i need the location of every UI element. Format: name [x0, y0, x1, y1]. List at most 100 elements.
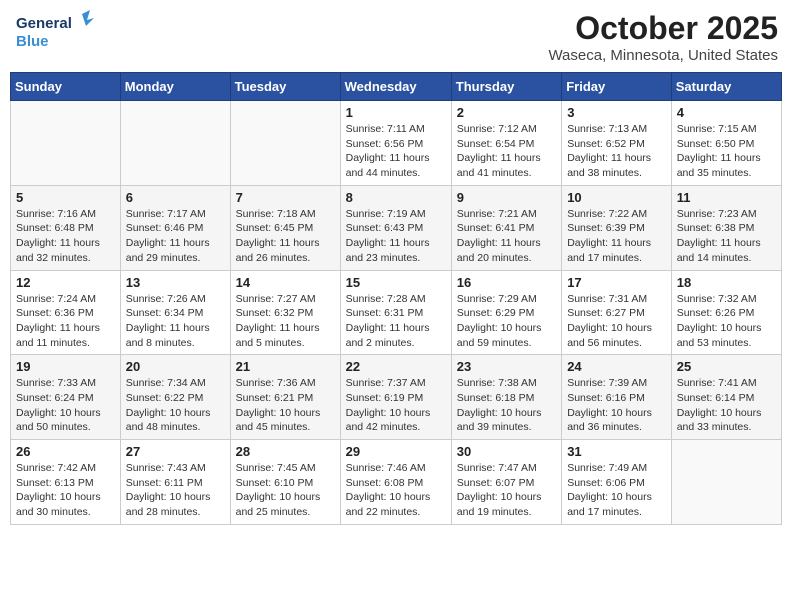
day-number: 19 [16, 359, 115, 374]
day-info: Sunrise: 7:49 AM Sunset: 6:06 PM Dayligh… [567, 461, 666, 520]
day-info: Sunrise: 7:22 AM Sunset: 6:39 PM Dayligh… [567, 207, 666, 266]
day-info: Sunrise: 7:23 AM Sunset: 6:38 PM Dayligh… [677, 207, 776, 266]
weekday-header-row: Sunday Monday Tuesday Wednesday Thursday… [11, 73, 782, 101]
day-info: Sunrise: 7:43 AM Sunset: 6:11 PM Dayligh… [126, 461, 225, 520]
table-row: 25 Sunrise: 7:41 AM Sunset: 6:14 PM Dayli… [671, 355, 781, 440]
calendar-table: Sunday Monday Tuesday Wednesday Thursday… [10, 72, 782, 525]
table-row: 21Sunrise: 7:36 AM Sunset: 6:21 PM Dayli… [230, 355, 340, 440]
calendar-week-row: 5 Sunrise: 7:16 AM Sunset: 6:48 PM Daylig… [11, 185, 782, 270]
calendar-week-row: 19 Sunrise: 7:33 AM Sunset: 6:24 PM Dayli… [11, 355, 782, 440]
table-row: 20 Sunrise: 7:34 AM Sunset: 6:22 PM Dayli… [120, 355, 230, 440]
day-number: 4 [677, 105, 776, 120]
day-number: 15 [346, 275, 446, 290]
table-row: 27Sunrise: 7:43 AM Sunset: 6:11 PM Dayli… [120, 440, 230, 525]
table-row: 14 Sunrise: 7:27 AM Sunset: 6:32 PM Dayli… [230, 270, 340, 355]
day-number: 23 [457, 359, 556, 374]
table-row: 30 Sunrise: 7:47 AM Sunset: 6:07 PM Dayli… [451, 440, 561, 525]
day-info: Sunrise: 7:37 AM Sunset: 6:19 PM Dayligh… [346, 376, 446, 435]
day-number: 16 [457, 275, 556, 290]
day-info: Sunrise: 7:13 AM Sunset: 6:52 PM Dayligh… [567, 122, 666, 181]
day-info: Sunrise: 7:15 AM Sunset: 6:50 PM Dayligh… [677, 122, 776, 181]
day-number: 7 [236, 190, 335, 205]
page-header: General Blue October 2025 Waseca, Minnes… [10, 10, 782, 64]
svg-text:General: General [16, 15, 72, 32]
svg-text:Blue: Blue [16, 33, 49, 50]
table-row: 18 Sunrise: 7:32 AM Sunset: 6:26 PM Dayli… [671, 270, 781, 355]
table-row: 29 Sunrise: 7:46 AM Sunset: 6:08 PM Dayli… [340, 440, 451, 525]
day-number: 2 [457, 105, 556, 120]
header-friday: Friday [562, 73, 672, 101]
day-info: Sunrise: 7:17 AM Sunset: 6:46 PM Dayligh… [126, 207, 225, 266]
logo: General Blue [14, 10, 94, 54]
table-row: 31 Sunrise: 7:49 AM Sunset: 6:06 PM Dayli… [562, 440, 672, 525]
day-info: Sunrise: 7:12 AM Sunset: 6:54 PM Dayligh… [457, 122, 556, 181]
table-row: 13Sunrise: 7:26 AM Sunset: 6:34 PM Dayli… [120, 270, 230, 355]
day-info: Sunrise: 7:21 AM Sunset: 6:41 PM Dayligh… [457, 207, 556, 266]
day-number: 29 [346, 444, 446, 459]
day-info: Sunrise: 7:34 AM Sunset: 6:22 PM Dayligh… [126, 376, 225, 435]
day-info: Sunrise: 7:26 AM Sunset: 6:34 PM Dayligh… [126, 292, 225, 351]
day-info: Sunrise: 7:11 AM Sunset: 6:56 PM Dayligh… [346, 122, 446, 181]
table-row [11, 101, 121, 186]
day-number: 1 [346, 105, 446, 120]
table-row: 5 Sunrise: 7:16 AM Sunset: 6:48 PM Daylig… [11, 185, 121, 270]
table-row: 9 Sunrise: 7:21 AM Sunset: 6:41 PM Daylig… [451, 185, 561, 270]
day-number: 18 [677, 275, 776, 290]
day-info: Sunrise: 7:31 AM Sunset: 6:27 PM Dayligh… [567, 292, 666, 351]
table-row [120, 101, 230, 186]
day-info: Sunrise: 7:24 AM Sunset: 6:36 PM Dayligh… [16, 292, 115, 351]
day-number: 8 [346, 190, 446, 205]
header-thursday: Thursday [451, 73, 561, 101]
day-number: 14 [236, 275, 335, 290]
table-row: 19 Sunrise: 7:33 AM Sunset: 6:24 PM Dayli… [11, 355, 121, 440]
day-number: 12 [16, 275, 115, 290]
table-row: 28 Sunrise: 7:45 AM Sunset: 6:10 PM Dayli… [230, 440, 340, 525]
day-number: 5 [16, 190, 115, 205]
day-info: Sunrise: 7:47 AM Sunset: 6:07 PM Dayligh… [457, 461, 556, 520]
header-sunday: Sunday [11, 73, 121, 101]
day-info: Sunrise: 7:32 AM Sunset: 6:26 PM Dayligh… [677, 292, 776, 351]
day-number: 11 [677, 190, 776, 205]
day-info: Sunrise: 7:27 AM Sunset: 6:32 PM Dayligh… [236, 292, 335, 351]
day-number: 20 [126, 359, 225, 374]
table-row: 24 Sunrise: 7:39 AM Sunset: 6:16 PM Dayli… [562, 355, 672, 440]
table-row: 26Sunrise: 7:42 AM Sunset: 6:13 PM Dayli… [11, 440, 121, 525]
table-row [230, 101, 340, 186]
day-info: Sunrise: 7:33 AM Sunset: 6:24 PM Dayligh… [16, 376, 115, 435]
table-row: 16 Sunrise: 7:29 AM Sunset: 6:29 PM Dayli… [451, 270, 561, 355]
day-number: 28 [236, 444, 335, 459]
table-row [671, 440, 781, 525]
day-number: 9 [457, 190, 556, 205]
day-info: Sunrise: 7:29 AM Sunset: 6:29 PM Dayligh… [457, 292, 556, 351]
header-saturday: Saturday [671, 73, 781, 101]
table-row: 15 Sunrise: 7:28 AM Sunset: 6:31 PM Dayli… [340, 270, 451, 355]
day-number: 30 [457, 444, 556, 459]
day-info: Sunrise: 7:16 AM Sunset: 6:48 PM Dayligh… [16, 207, 115, 266]
table-row: 10Sunrise: 7:22 AM Sunset: 6:39 PM Dayli… [562, 185, 672, 270]
day-info: Sunrise: 7:28 AM Sunset: 6:31 PM Dayligh… [346, 292, 446, 351]
day-number: 31 [567, 444, 666, 459]
header-monday: Monday [120, 73, 230, 101]
day-info: Sunrise: 7:46 AM Sunset: 6:08 PM Dayligh… [346, 461, 446, 520]
table-row: 17 Sunrise: 7:31 AM Sunset: 6:27 PM Dayli… [562, 270, 672, 355]
table-row: 3 Sunrise: 7:13 AM Sunset: 6:52 PM Daylig… [562, 101, 672, 186]
day-info: Sunrise: 7:39 AM Sunset: 6:16 PM Dayligh… [567, 376, 666, 435]
day-number: 24 [567, 359, 666, 374]
calendar-subtitle: Waseca, Minnesota, United States [548, 47, 778, 64]
header-wednesday: Wednesday [340, 73, 451, 101]
table-row: 4 Sunrise: 7:15 AM Sunset: 6:50 PM Daylig… [671, 101, 781, 186]
title-area: October 2025 Waseca, Minnesota, United S… [548, 10, 778, 64]
table-row: 12 Sunrise: 7:24 AM Sunset: 6:36 PM Dayli… [11, 270, 121, 355]
day-info: Sunrise: 7:45 AM Sunset: 6:10 PM Dayligh… [236, 461, 335, 520]
day-number: 17 [567, 275, 666, 290]
day-number: 25 [677, 359, 776, 374]
table-row: 23 Sunrise: 7:38 AM Sunset: 6:18 PM Dayli… [451, 355, 561, 440]
calendar-week-row: 1 Sunrise: 7:11 AM Sunset: 6:56 PM Daylig… [11, 101, 782, 186]
day-number: 3 [567, 105, 666, 120]
calendar-week-row: 12 Sunrise: 7:24 AM Sunset: 6:36 PM Dayli… [11, 270, 782, 355]
header-tuesday: Tuesday [230, 73, 340, 101]
day-info: Sunrise: 7:41 AM Sunset: 6:14 PM Dayligh… [677, 376, 776, 435]
table-row: 7Sunrise: 7:18 AM Sunset: 6:45 PM Daylig… [230, 185, 340, 270]
day-info: Sunrise: 7:38 AM Sunset: 6:18 PM Dayligh… [457, 376, 556, 435]
table-row: 8Sunrise: 7:19 AM Sunset: 6:43 PM Daylig… [340, 185, 451, 270]
